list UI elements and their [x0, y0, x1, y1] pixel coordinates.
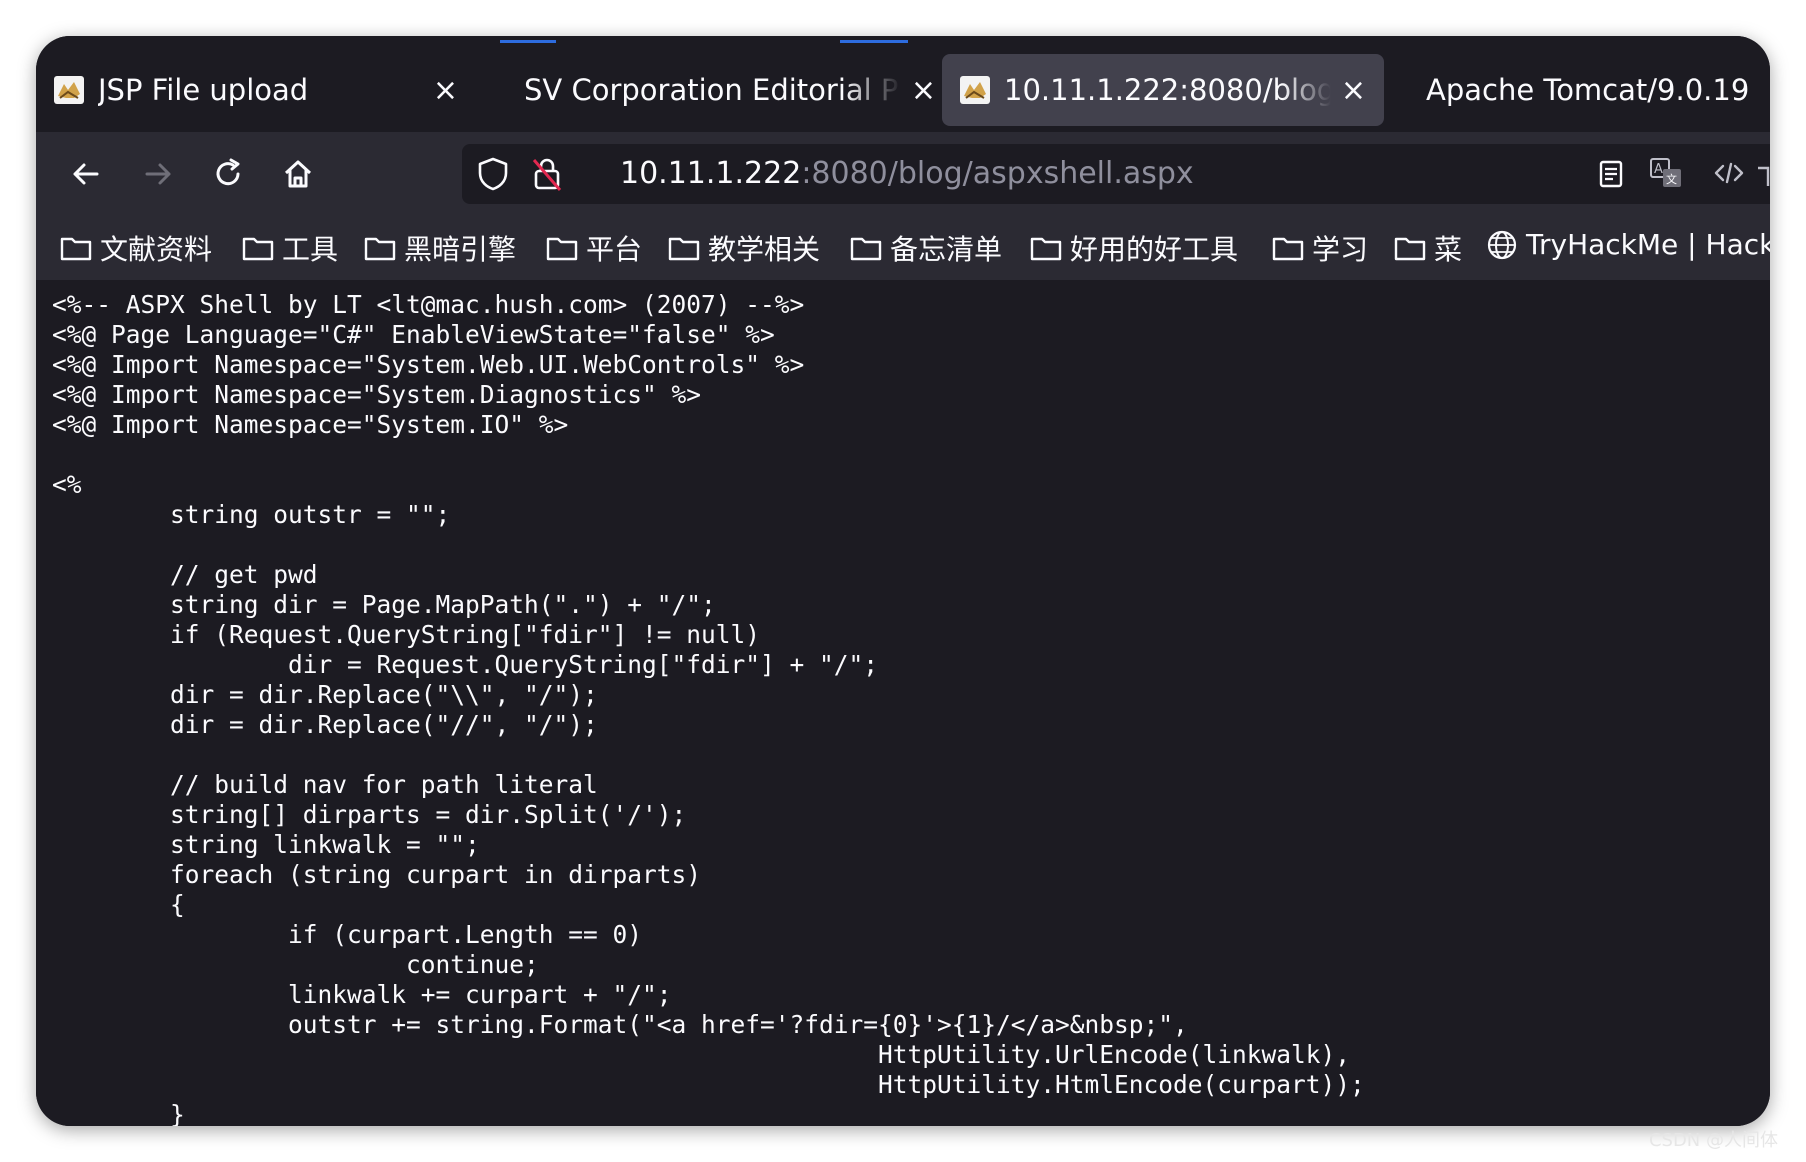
bookmark-label: 平台 — [586, 233, 643, 266]
bookmark-folder[interactable]: 平台 — [546, 228, 642, 268]
folder-icon — [850, 237, 882, 261]
tab-activity-indicator — [840, 40, 908, 43]
code-icon[interactable] — [1712, 158, 1746, 188]
bookmark-label: 文献资料 — [100, 233, 213, 266]
home-icon — [284, 160, 312, 188]
folder-icon — [60, 237, 92, 261]
bookmark-folder[interactable]: 教学相关 — [668, 228, 820, 268]
bookmark-link[interactable]: TryHackMe | Hackt — [1486, 228, 1770, 261]
reload-button[interactable] — [206, 152, 250, 196]
folder-icon — [1272, 237, 1304, 261]
bookmark-label: 菜 — [1434, 233, 1463, 266]
globe-icon — [1487, 230, 1517, 259]
close-tab-icon[interactable]: × — [911, 73, 936, 108]
bookmark-folder[interactable]: 好用的好工具 — [1030, 228, 1238, 268]
svg-text:A: A — [1654, 162, 1663, 177]
translate-icon[interactable]: A 文 — [1648, 156, 1684, 190]
bookmark-folder[interactable]: 文献资料 — [60, 228, 212, 268]
tab-activity-indicator — [500, 40, 556, 43]
bookmark-label: 好用的好工具 — [1070, 233, 1239, 266]
back-button[interactable] — [64, 152, 108, 196]
tab-jsp-file-upload[interactable]: JSP File upload × — [36, 54, 476, 126]
tab-aspxshell-active[interactable]: 10.11.1.222:8080/blog/asp × — [942, 54, 1384, 126]
tab-sv-corporation[interactable]: SV Corporation Editorial Proc × — [506, 54, 954, 126]
bookmark-folder[interactable]: 学习 — [1272, 228, 1368, 268]
browser-window: JSP File upload × SV Corporation Editori… — [36, 36, 1770, 1126]
tab-label: 10.11.1.222:8080/blog/asp — [1004, 73, 1331, 107]
close-tab-icon[interactable]: × — [1341, 73, 1366, 108]
extension-icon[interactable] — [1754, 162, 1770, 192]
watermark: CSDN @人间体 — [1648, 1130, 1778, 1151]
bookmark-label: 黑暗引擎 — [404, 233, 517, 266]
arrow-right-icon — [145, 163, 171, 185]
tab-bar: JSP File upload × SV Corporation Editori… — [36, 36, 1770, 132]
folder-icon — [546, 237, 578, 261]
bookmark-label: TryHackMe | Hackt — [1526, 228, 1770, 261]
url-host: 10.11.1.222 — [620, 156, 802, 191]
folder-icon — [1394, 237, 1426, 261]
folder-icon — [242, 237, 274, 261]
reader-view-icon[interactable] — [1596, 158, 1626, 190]
bookmark-label: 备忘清单 — [890, 233, 1003, 266]
close-tab-icon[interactable]: × — [433, 73, 458, 108]
url-text[interactable]: 10.11.1.222:8080/blog/aspxshell.aspx — [620, 156, 1194, 191]
tab-label: SV Corporation Editorial Proc — [524, 73, 901, 107]
page-content: <%-- ASPX Shell by LT <lt@mac.hush.com> … — [36, 280, 1770, 1126]
bookmark-folder[interactable]: 菜 — [1394, 228, 1462, 268]
svg-text:文: 文 — [1666, 172, 1677, 186]
url-path: :8080/blog/aspxshell.aspx — [801, 156, 1194, 191]
folder-icon — [1030, 237, 1062, 261]
tomcat-favicon-icon — [960, 76, 990, 104]
tab-label: Apache Tomcat/9.0.19 — [1426, 73, 1750, 107]
tab-apache-tomcat[interactable]: Apache Tomcat/9.0.19 — [1408, 54, 1770, 126]
arrow-left-icon — [73, 163, 99, 185]
shield-icon[interactable] — [476, 156, 510, 192]
aspx-source-code: <%-- ASPX Shell by LT <lt@mac.hush.com> … — [52, 290, 1365, 1126]
bookmark-folder[interactable]: 备忘清单 — [850, 228, 1002, 268]
folder-icon — [668, 237, 700, 261]
folder-icon — [364, 237, 396, 261]
forward-button[interactable] — [136, 152, 180, 196]
bookmark-label: 工具 — [282, 233, 339, 266]
tab-label: JSP File upload — [98, 73, 309, 107]
tomcat-favicon-icon — [54, 76, 84, 104]
bookmark-folder[interactable]: 黑暗引擎 — [364, 228, 516, 268]
bookmark-label: 学习 — [1312, 233, 1369, 266]
insecure-lock-icon[interactable] — [530, 156, 564, 192]
bookmark-label: 教学相关 — [708, 233, 821, 266]
bookmark-folder[interactable]: 工具 — [242, 228, 338, 268]
reload-icon — [216, 158, 240, 186]
home-button[interactable] — [276, 152, 320, 196]
